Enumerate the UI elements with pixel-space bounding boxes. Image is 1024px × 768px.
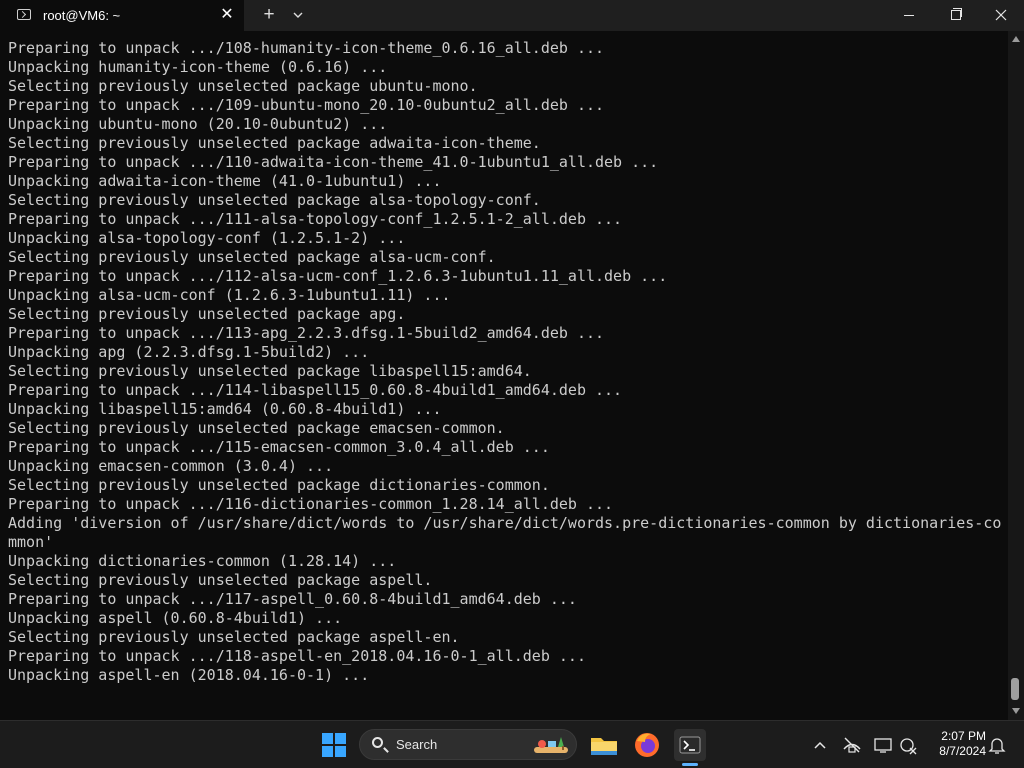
terminal-line: Preparing to unpack .../118-aspell-en_20… — [8, 647, 586, 665]
terminal-line: Unpacking emacsen-common (3.0.4) ... — [8, 457, 334, 475]
search-label: Search — [396, 737, 438, 752]
scroll-down-arrow-icon[interactable] — [1012, 708, 1020, 714]
terminal-icon — [679, 736, 701, 754]
search-icon — [372, 737, 383, 748]
terminal-line: Preparing to unpack .../108-humanity-ico… — [8, 39, 605, 57]
terminal-line: Selecting previously unselected package … — [8, 191, 541, 209]
taskbar-clock[interactable]: 2:07 PM 8/7/2024 — [924, 729, 986, 759]
chevron-up-icon — [814, 741, 826, 749]
terminal-line: Unpacking alsa-ucm-conf (1.2.6.3-1ubuntu… — [8, 286, 451, 304]
start-icon — [322, 733, 333, 744]
taskbar: Search 2:07 PM 8/7/2024 — [0, 720, 1024, 768]
terminal-line: Preparing to unpack .../113-apg_2.2.3.df… — [8, 324, 605, 342]
network-status-button[interactable] — [842, 735, 862, 755]
start-icon — [335, 746, 346, 757]
firefox-button[interactable] — [631, 729, 663, 761]
battery-button[interactable] — [899, 735, 919, 755]
scroll-up-arrow-icon[interactable] — [1012, 36, 1020, 42]
search-highlight-icon — [534, 737, 568, 753]
new-tab-button[interactable]: + — [259, 4, 279, 26]
restore-button[interactable] — [932, 0, 978, 31]
terminal-line: Unpacking apg (2.2.3.dfsg.1-5build2) ... — [8, 343, 370, 361]
close-icon — [995, 9, 1007, 21]
terminal-app-button[interactable] — [674, 729, 706, 761]
terminal-line: Selecting previously unselected package … — [8, 628, 460, 646]
notifications-button[interactable] — [987, 735, 1007, 755]
terminal-line: Selecting previously unselected package … — [8, 362, 532, 380]
start-icon — [322, 746, 333, 757]
terminal-line: Preparing to unpack .../110-adwaita-icon… — [8, 153, 659, 171]
terminal-line: Adding 'diversion of /usr/share/dict/wor… — [8, 514, 1002, 532]
terminal-scrollbar[interactable] — [1008, 31, 1024, 720]
clock-time: 2:07 PM — [941, 729, 986, 743]
terminal-line: Selecting previously unselected package … — [8, 419, 505, 437]
terminal-line: Selecting previously unselected package … — [8, 77, 478, 95]
terminal-line: Preparing to unpack .../109-ubuntu-mono_… — [8, 96, 605, 114]
terminal-line: Preparing to unpack .../112-alsa-ucm-con… — [8, 267, 668, 285]
file-explorer-icon — [591, 738, 617, 755]
terminal-line: Unpacking adwaita-icon-theme (41.0-1ubun… — [8, 172, 442, 190]
notification-bell-icon — [988, 738, 1006, 754]
terminal-line: Preparing to unpack .../117-aspell_0.60.… — [8, 590, 577, 608]
display-settings-button[interactable] — [873, 735, 893, 755]
firefox-icon — [635, 733, 659, 757]
terminal-line: Preparing to unpack .../111-alsa-topolog… — [8, 210, 623, 228]
terminal-line: Unpacking dictionaries-common (1.28.14) … — [8, 552, 397, 570]
terminal-line: Preparing to unpack .../114-libaspell15_… — [8, 381, 623, 399]
terminal-line: Preparing to unpack .../116-dictionaries… — [8, 495, 614, 513]
taskbar-search-box[interactable]: Search — [359, 729, 577, 760]
terminal-line: Preparing to unpack .../115-emacsen-comm… — [8, 438, 550, 456]
chevron-down-icon — [293, 12, 303, 18]
terminal-line: Unpacking aspell (0.60.8-4build1) ... — [8, 609, 343, 627]
network-off-icon — [843, 737, 861, 753]
display-icon — [874, 738, 892, 753]
terminal-line: Unpacking ubuntu-mono (20.10-0ubuntu2) .… — [8, 115, 388, 133]
terminal-line: Selecting previously unselected package … — [8, 476, 550, 494]
clock-date: 8/7/2024 — [939, 744, 986, 758]
terminal-line: Selecting previously unselected package … — [8, 571, 433, 589]
terminal-icon — [17, 9, 31, 20]
terminal-line: Selecting previously unselected package … — [8, 305, 406, 323]
file-explorer-button[interactable] — [588, 729, 620, 761]
terminal-line: Unpacking libaspell15:amd64 (0.60.8-4bui… — [8, 400, 442, 418]
terminal-line: mmon' — [8, 533, 54, 551]
close-window-button[interactable] — [978, 0, 1024, 31]
terminal-lines: Preparing to unpack .../108-humanity-ico… — [8, 39, 1001, 685]
terminal-output[interactable]: Preparing to unpack .../108-humanity-ico… — [0, 31, 1008, 720]
tab-dropdown-button[interactable] — [290, 6, 306, 24]
start-button[interactable] — [322, 733, 346, 757]
tab-close-button[interactable]: ✕ — [219, 5, 235, 25]
terminal-line: Unpacking humanity-icon-theme (0.6.16) .… — [8, 58, 388, 76]
tab-title: root@VM6: ~ — [43, 8, 121, 23]
minimize-button[interactable] — [886, 0, 932, 31]
tab-root-vm6[interactable]: root@VM6: ~ ✕ — [0, 0, 244, 31]
terminal-line: Unpacking alsa-topology-conf (1.2.5.1-2)… — [8, 229, 406, 247]
title-bar: root@VM6: ~ ✕ + — [0, 0, 1024, 31]
terminal-line: Unpacking aspell-en (2018.04.16-0-1) ... — [8, 666, 370, 684]
show-hidden-icons-button[interactable] — [810, 735, 830, 755]
start-icon — [335, 733, 346, 744]
terminal-line: Selecting previously unselected package … — [8, 134, 541, 152]
battery-icon — [900, 738, 917, 755]
scrollbar-thumb[interactable] — [1011, 678, 1019, 700]
active-app-indicator — [682, 763, 698, 766]
terminal-line: Selecting previously unselected package … — [8, 248, 496, 266]
